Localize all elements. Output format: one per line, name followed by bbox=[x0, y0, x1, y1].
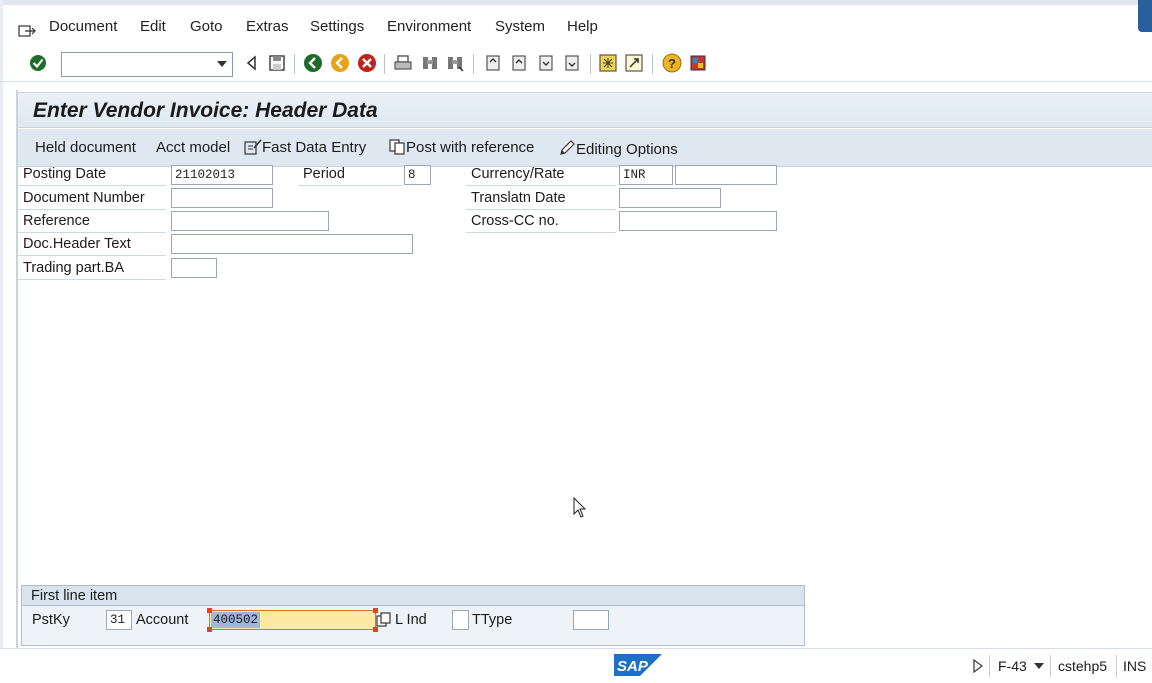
menu-settings[interactable]: Settings bbox=[310, 18, 364, 35]
account-value-selection: 400502 bbox=[211, 612, 261, 628]
create-session-icon[interactable] bbox=[598, 53, 618, 73]
pstky-label: PstKy bbox=[32, 612, 70, 628]
window-frame-left bbox=[0, 0, 3, 683]
shortcut-icon[interactable] bbox=[624, 53, 644, 73]
trading-part-label: Trading part.BA bbox=[18, 258, 166, 280]
trading-part-field[interactable] bbox=[171, 258, 217, 278]
posting-date-label: Posting Date bbox=[18, 164, 166, 186]
customize-layout-icon[interactable] bbox=[688, 53, 708, 73]
doc-header-text-field[interactable] bbox=[171, 234, 413, 254]
command-field[interactable] bbox=[61, 52, 233, 77]
first-line-item-group: First line item PstKy 31 Account 400502 … bbox=[21, 585, 805, 646]
find-icon[interactable] bbox=[420, 53, 440, 73]
window-frame-top bbox=[0, 0, 1152, 5]
window-edge-control[interactable] bbox=[1138, 0, 1152, 32]
selection-handle bbox=[207, 608, 212, 613]
fast-entry-icon bbox=[244, 139, 262, 155]
status-separator bbox=[989, 655, 990, 677]
server-name: cstehp5 bbox=[1058, 658, 1108, 674]
selection-handle bbox=[207, 627, 212, 632]
period-field[interactable]: 8 bbox=[404, 165, 431, 185]
last-page-icon[interactable] bbox=[562, 53, 582, 73]
help-icon[interactable]: ? bbox=[662, 53, 682, 73]
reference-field[interactable] bbox=[171, 211, 329, 231]
enter-check-icon[interactable] bbox=[28, 53, 48, 73]
document-number-label: Document Number bbox=[18, 188, 166, 210]
status-expand-icon[interactable] bbox=[972, 659, 984, 673]
menu-help[interactable]: Help bbox=[567, 18, 598, 35]
pencil-icon bbox=[560, 140, 575, 155]
sgl-ind-field[interactable] bbox=[452, 610, 469, 630]
fast-data-entry-button[interactable]: Fast Data Entry bbox=[244, 139, 366, 156]
sap-logo-icon: SAP bbox=[614, 654, 662, 676]
chevron-down-icon[interactable] bbox=[217, 61, 227, 67]
sgl-ind-label: L Ind bbox=[395, 612, 427, 628]
save-icon[interactable] bbox=[267, 53, 287, 73]
editing-options-label: Editing Options bbox=[576, 141, 678, 158]
application-toolbar: Held document Acct model Fast Data Entry… bbox=[18, 129, 1152, 167]
reference-label: Reference bbox=[18, 211, 166, 233]
page-title: Enter Vendor Invoice: Header Data bbox=[33, 99, 378, 122]
doc-header-text-label: Doc.Header Text bbox=[18, 234, 166, 256]
menu-edit[interactable]: Edit bbox=[140, 18, 166, 35]
post-with-reference-button[interactable]: Post with reference bbox=[389, 139, 534, 156]
document-number-field[interactable] bbox=[171, 188, 273, 208]
currency-rate-label: Currency/Rate bbox=[466, 164, 616, 186]
group-header: First line item bbox=[22, 586, 804, 606]
menu-extras[interactable]: Extras bbox=[246, 18, 289, 35]
title-bar: Enter Vendor Invoice: Header Data bbox=[18, 92, 1152, 128]
menu-options-icon[interactable] bbox=[18, 24, 36, 38]
insert-mode[interactable]: INS bbox=[1123, 658, 1146, 674]
translatn-date-label: Translatn Date bbox=[466, 188, 616, 210]
svg-text:?: ? bbox=[668, 56, 676, 71]
post-with-reference-label: Post with reference bbox=[406, 139, 535, 156]
menu-system[interactable]: System bbox=[495, 18, 545, 35]
previous-page-icon[interactable] bbox=[509, 53, 529, 73]
value-help-icon[interactable] bbox=[376, 612, 392, 628]
menu-document[interactable]: Document bbox=[49, 18, 117, 35]
standard-toolbar: ? bbox=[0, 46, 1152, 82]
cancel-icon[interactable] bbox=[357, 53, 377, 73]
exit-icon[interactable] bbox=[330, 53, 350, 73]
status-separator bbox=[1050, 655, 1051, 677]
pstky-field[interactable]: 31 bbox=[106, 610, 132, 630]
next-page-icon[interactable] bbox=[536, 53, 556, 73]
ttype-field[interactable] bbox=[573, 610, 609, 630]
toolbar-separator bbox=[652, 54, 653, 74]
exchange-rate-field[interactable] bbox=[675, 165, 777, 185]
transaction-code[interactable]: F-43 bbox=[998, 658, 1027, 674]
group-title: First line item bbox=[31, 588, 118, 604]
toolbar-separator bbox=[473, 54, 474, 74]
find-next-icon[interactable] bbox=[445, 53, 465, 73]
svg-text:SAP: SAP bbox=[617, 658, 649, 675]
first-page-icon[interactable] bbox=[483, 53, 503, 73]
status-bar: SAP F-43 cstehp5 INS bbox=[0, 648, 1152, 683]
back-icon[interactable] bbox=[303, 53, 323, 73]
back-arrow-icon[interactable] bbox=[242, 53, 262, 73]
toolbar-separator bbox=[294, 54, 295, 74]
acct-model-button[interactable]: Acct model bbox=[156, 139, 230, 156]
editing-options-button[interactable]: Editing Options bbox=[558, 139, 678, 158]
period-label: Period bbox=[298, 164, 402, 186]
translatn-date-field[interactable] bbox=[619, 188, 721, 208]
menu-environment[interactable]: Environment bbox=[387, 18, 471, 35]
cross-cc-field[interactable] bbox=[619, 211, 777, 231]
account-label: Account bbox=[136, 612, 189, 628]
status-separator bbox=[1116, 655, 1117, 677]
held-document-button[interactable]: Held document bbox=[35, 139, 136, 156]
menu-goto[interactable]: Goto bbox=[190, 18, 223, 35]
fast-data-entry-label: Fast Data Entry bbox=[262, 139, 367, 156]
ttype-label: TType bbox=[472, 612, 513, 628]
posting-date-field[interactable]: 21102013 bbox=[171, 165, 273, 185]
chevron-down-icon[interactable] bbox=[1034, 663, 1044, 669]
toolbar-separator bbox=[590, 54, 591, 74]
cross-cc-label: Cross-CC no. bbox=[466, 211, 616, 233]
toolbar-separator bbox=[384, 54, 385, 74]
mouse-cursor-icon bbox=[573, 497, 587, 518]
account-field[interactable]: 400502 bbox=[207, 608, 378, 632]
currency-field[interactable]: INR bbox=[619, 165, 673, 185]
copy-document-icon bbox=[389, 139, 405, 155]
print-icon[interactable] bbox=[393, 53, 413, 73]
